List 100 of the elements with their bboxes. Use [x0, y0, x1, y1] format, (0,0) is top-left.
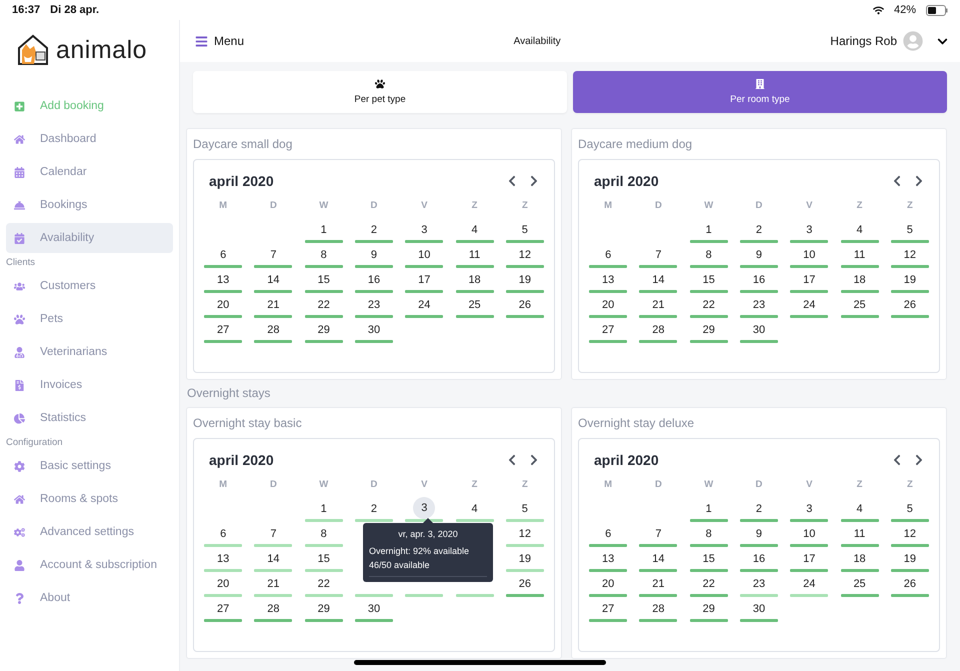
- day-number[interactable]: 28: [648, 323, 669, 337]
- day-number[interactable]: 27: [598, 323, 618, 337]
- day-number[interactable]: 20: [598, 577, 618, 591]
- day-number[interactable]: 16: [748, 273, 770, 287]
- day-number[interactable]: 5: [902, 223, 917, 237]
- day-number[interactable]: 1: [316, 223, 331, 237]
- day-number[interactable]: 3: [802, 502, 816, 516]
- day-number[interactable]: 7: [651, 248, 666, 262]
- day-number[interactable]: 7: [651, 527, 666, 541]
- day-number[interactable]: 19: [900, 552, 920, 566]
- day-number[interactable]: 10: [799, 527, 820, 541]
- day-number[interactable]: 30: [748, 323, 770, 337]
- tab[interactable]: Per room type: [573, 71, 947, 113]
- day-number[interactable]: 24: [799, 577, 820, 591]
- day-number[interactable]: 28: [263, 323, 284, 337]
- day-number[interactable]: 2: [752, 223, 766, 237]
- day-number[interactable]: 21: [263, 577, 284, 591]
- day-number[interactable]: 28: [263, 602, 284, 616]
- day-number[interactable]: 24: [414, 298, 434, 312]
- day-number[interactable]: 1: [316, 502, 331, 516]
- day-number[interactable]: 7: [266, 527, 280, 541]
- day-number[interactable]: 25: [464, 298, 485, 312]
- day-number[interactable]: 27: [213, 602, 234, 616]
- day-number[interactable]: 9: [366, 248, 382, 262]
- day-number[interactable]: 14: [648, 552, 669, 566]
- day-number[interactable]: 14: [263, 552, 284, 566]
- day-number[interactable]: 17: [799, 552, 820, 566]
- day-number[interactable]: 8: [316, 527, 331, 541]
- day-number[interactable]: 14: [263, 273, 284, 287]
- day-number[interactable]: 12: [514, 527, 535, 541]
- day-number[interactable]: 13: [213, 552, 234, 566]
- day-number[interactable]: 5: [518, 223, 532, 237]
- day-number[interactable]: 9: [752, 527, 766, 541]
- day-number[interactable]: 19: [514, 552, 535, 566]
- day-number[interactable]: 22: [698, 577, 719, 591]
- day-number[interactable]: 13: [598, 273, 618, 287]
- day-number[interactable]: 27: [213, 323, 234, 337]
- day-number[interactable]: 23: [748, 298, 770, 312]
- day-number[interactable]: 13: [213, 273, 234, 287]
- day-number[interactable]: 8: [702, 527, 716, 541]
- day-number[interactable]: 30: [748, 602, 770, 616]
- day-number[interactable]: 4: [468, 502, 482, 516]
- day-number[interactable]: 8: [702, 248, 716, 262]
- day-number[interactable]: 23: [748, 577, 770, 591]
- day-number[interactable]: 10: [414, 248, 434, 262]
- day-number[interactable]: 3: [802, 223, 816, 237]
- day-number[interactable]: 22: [314, 577, 334, 591]
- day-number[interactable]: 11: [464, 248, 484, 262]
- day-number[interactable]: 13: [598, 552, 618, 566]
- day-number[interactable]: 30: [364, 323, 384, 337]
- day-number[interactable]: 4: [852, 223, 867, 237]
- day-number[interactable]: 4: [852, 502, 867, 516]
- day-number[interactable]: 27: [598, 602, 618, 616]
- day-number[interactable]: 11: [850, 248, 870, 262]
- day-number[interactable]: 18: [849, 273, 870, 287]
- day-number[interactable]: 12: [514, 248, 535, 262]
- day-number[interactable]: 19: [900, 273, 920, 287]
- day-number[interactable]: 9: [752, 248, 766, 262]
- day-number[interactable]: 12: [900, 248, 920, 262]
- day-number[interactable]: 18: [464, 273, 485, 287]
- day-number[interactable]: 19: [514, 273, 535, 287]
- day-number[interactable]: 1: [702, 502, 716, 516]
- day-number[interactable]: 5: [518, 502, 532, 516]
- day-number[interactable]: 4: [468, 223, 482, 237]
- day-number[interactable]: 3: [413, 497, 436, 519]
- day-number[interactable]: 21: [648, 577, 669, 591]
- day-number[interactable]: 30: [364, 602, 384, 616]
- day-number[interactable]: 2: [366, 223, 382, 237]
- day-number[interactable]: 1: [702, 223, 716, 237]
- tab[interactable]: Per pet type: [193, 71, 567, 113]
- day-number[interactable]: 5: [902, 502, 917, 516]
- day-number[interactable]: 7: [266, 248, 280, 262]
- day-number[interactable]: 14: [648, 273, 669, 287]
- day-number[interactable]: 3: [417, 223, 432, 237]
- day-number[interactable]: 17: [799, 273, 820, 287]
- day-number[interactable]: 26: [900, 577, 920, 591]
- day-number[interactable]: 22: [314, 298, 334, 312]
- day-number[interactable]: 16: [748, 552, 770, 566]
- day-number[interactable]: 21: [263, 298, 284, 312]
- day-number[interactable]: 6: [216, 248, 230, 262]
- day-number[interactable]: 18: [849, 552, 870, 566]
- day-number[interactable]: 21: [648, 298, 669, 312]
- day-number[interactable]: 16: [364, 273, 384, 287]
- day-number[interactable]: 6: [601, 527, 616, 541]
- day-number[interactable]: 6: [216, 527, 230, 541]
- day-number[interactable]: 29: [698, 602, 719, 616]
- day-number[interactable]: 20: [598, 298, 618, 312]
- day-number[interactable]: 25: [849, 577, 870, 591]
- day-number[interactable]: 29: [314, 323, 334, 337]
- day-number[interactable]: 8: [316, 248, 331, 262]
- day-number[interactable]: 11: [850, 527, 870, 541]
- day-number[interactable]: 29: [698, 323, 719, 337]
- day-number[interactable]: 25: [849, 298, 870, 312]
- menu-button[interactable]: Menu: [195, 34, 244, 48]
- caret-icon[interactable]: [937, 36, 948, 46]
- day-number[interactable]: 2: [752, 502, 766, 516]
- day-number[interactable]: 26: [900, 298, 920, 312]
- day-number[interactable]: 23: [364, 298, 384, 312]
- day-number[interactable]: 15: [698, 273, 719, 287]
- day-number[interactable]: 6: [601, 248, 616, 262]
